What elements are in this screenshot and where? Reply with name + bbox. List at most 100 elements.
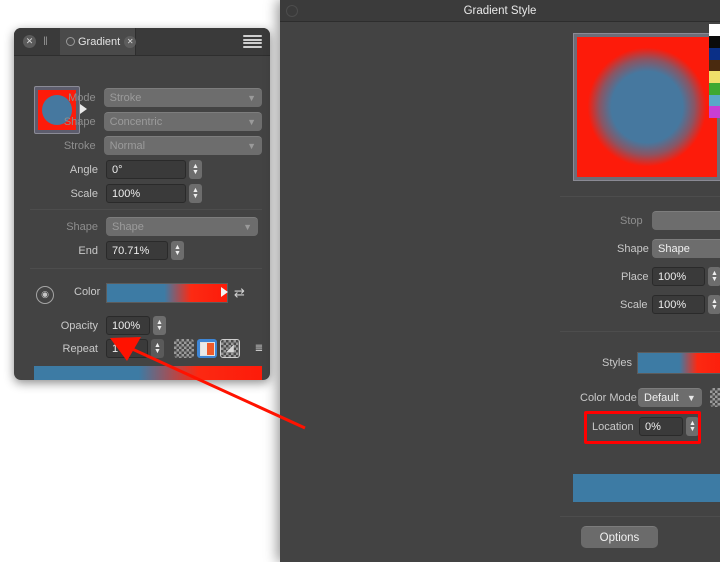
stop-label: Stop bbox=[620, 215, 643, 227]
place-label: Place bbox=[621, 271, 649, 283]
field-repeat-label: Repeat bbox=[62, 342, 98, 355]
scale2-label: Scale bbox=[620, 299, 648, 311]
field-scale: Scale 100% ▲ ▼ bbox=[34, 184, 202, 203]
chevron-down-icon: ▼ bbox=[243, 221, 252, 232]
styles-gradient-swatch[interactable] bbox=[637, 352, 720, 374]
field-shape-label: Shape bbox=[63, 115, 96, 128]
field-repeat: Repeat 1 ▲ ▼ ◢ ≣ bbox=[34, 339, 269, 358]
field-shape2-label: Shape bbox=[66, 220, 98, 233]
field-opacity-value: 100% bbox=[112, 319, 141, 332]
swap-colors-icon[interactable]: ⇄ bbox=[234, 286, 245, 299]
color-palette-strip[interactable] bbox=[709, 24, 720, 118]
gradient-settings-icon[interactable]: ≣ bbox=[249, 339, 269, 358]
shape2-value: Shape bbox=[658, 243, 690, 255]
field-repeat-stepper[interactable]: ▲ ▼ bbox=[151, 339, 164, 358]
chevron-down-icon: ▼ bbox=[247, 116, 256, 127]
field-stroke-label: Stroke bbox=[63, 139, 96, 152]
field-mode-value: Stroke bbox=[109, 92, 142, 104]
palette-swatch[interactable] bbox=[709, 71, 720, 83]
place-input[interactable]: 100% bbox=[652, 267, 705, 286]
field-opacity-stepper[interactable]: ▲ ▼ bbox=[153, 316, 166, 335]
field-end-stepper[interactable]: ▲ ▼ bbox=[171, 241, 184, 260]
field-end-value: 70.71% bbox=[112, 244, 150, 257]
dialog-close-icon[interactable] bbox=[286, 5, 298, 17]
gradient-panel: ✕ ‖ Gradient ✕ Mode Stroke ▼ Shape Conce… bbox=[14, 28, 270, 380]
field-repeat-value: 1 bbox=[112, 342, 119, 355]
tab-gradient[interactable]: Gradient ✕ bbox=[60, 28, 137, 55]
field-stroke-popup[interactable]: Normal ▼ bbox=[103, 136, 262, 155]
field-angle-stepper[interactable]: ▲ ▼ bbox=[189, 160, 202, 179]
palette-swatch[interactable] bbox=[709, 95, 720, 106]
place-value: 100% bbox=[658, 270, 687, 283]
field-angle-label: Angle bbox=[69, 163, 98, 176]
scale2-stepper[interactable]: ▲ ▼ bbox=[708, 295, 720, 314]
color-mode-popup[interactable]: Default ▼ bbox=[638, 388, 702, 407]
transparency-checker-icon[interactable] bbox=[174, 339, 194, 358]
divider bbox=[560, 196, 720, 197]
field-shape: Shape Concentric ▼ bbox=[34, 112, 262, 131]
shape2-popup[interactable]: Shape ▼ bbox=[652, 239, 720, 258]
location-input[interactable]: 0% bbox=[639, 417, 683, 436]
dialog-gradient-stop-bar[interactable] bbox=[573, 474, 720, 502]
field-scale-stepper[interactable]: ▲ ▼ bbox=[189, 184, 202, 203]
tab-gradient-label: Gradient bbox=[78, 35, 121, 48]
gradient-preview-fill bbox=[577, 37, 717, 177]
gradient-mask-icon[interactable]: ◢ bbox=[220, 339, 240, 358]
dialog-title: Gradient Style bbox=[463, 4, 537, 17]
field-shape-popup[interactable]: Concentric ▼ bbox=[103, 112, 262, 131]
color-mode-label: Color Mode bbox=[580, 392, 637, 404]
place-field: 100% ▲ ▼ bbox=[652, 267, 720, 286]
tab-icon bbox=[66, 37, 75, 46]
panel-close-icon[interactable]: ✕ bbox=[23, 35, 36, 48]
field-end-input[interactable]: 70.71% bbox=[106, 241, 168, 260]
color-gradient-swatch[interactable] bbox=[106, 283, 228, 303]
tab-close-icon[interactable]: ✕ bbox=[124, 35, 137, 48]
location-stepper[interactable]: ▲ ▼ bbox=[686, 417, 699, 436]
stop-popup[interactable]: ▼ bbox=[652, 211, 720, 230]
place-stepper[interactable]: ▲ ▼ bbox=[708, 267, 720, 286]
field-end: End 70.71% ▲ ▼ bbox=[34, 241, 184, 260]
field-shape2-popup[interactable]: Shape ▼ bbox=[106, 217, 258, 236]
field-scale-value: 100% bbox=[112, 187, 141, 200]
options-button[interactable]: Options bbox=[581, 526, 658, 548]
divider bbox=[30, 209, 262, 210]
panel-menu-icon[interactable] bbox=[243, 34, 262, 49]
field-angle-input[interactable]: 0° bbox=[106, 160, 186, 179]
field-repeat-input[interactable]: 1 bbox=[106, 339, 148, 358]
styles-label: Styles bbox=[602, 357, 632, 369]
gradient-stop-bar[interactable] bbox=[34, 366, 262, 380]
field-mode: Mode Stroke ▼ bbox=[34, 88, 262, 107]
scale2-field: 100% ▲ ▼ bbox=[652, 295, 720, 314]
panel-drag-handle[interactable]: ‖ bbox=[43, 35, 52, 48]
field-stroke-value: Normal bbox=[109, 140, 146, 152]
divider bbox=[560, 331, 720, 332]
options-button-label: Options bbox=[599, 531, 640, 544]
scale2-value: 100% bbox=[658, 298, 687, 311]
field-angle: Angle 0° ▲ ▼ bbox=[34, 160, 202, 179]
transparency-checker-icon[interactable] bbox=[710, 388, 720, 407]
field-mode-popup[interactable]: Stroke ▼ bbox=[103, 88, 262, 107]
chevron-down-icon: ▼ bbox=[247, 140, 256, 151]
palette-swatch[interactable] bbox=[709, 60, 720, 71]
palette-swatch[interactable] bbox=[709, 106, 720, 118]
field-shape2: Shape Shape ▼ bbox=[34, 217, 262, 236]
palette-swatch[interactable] bbox=[709, 36, 720, 48]
field-scale-input[interactable]: 100% bbox=[106, 184, 186, 203]
field-opacity: Opacity 100% ▲ ▼ bbox=[34, 316, 166, 335]
gradient-fill-icon[interactable] bbox=[197, 339, 217, 358]
palette-swatch[interactable] bbox=[709, 24, 720, 36]
scale2-input[interactable]: 100% bbox=[652, 295, 705, 314]
field-opacity-input[interactable]: 100% bbox=[106, 316, 150, 335]
eyedropper-icon[interactable]: ◉ bbox=[36, 286, 54, 304]
gradient-preview[interactable] bbox=[573, 33, 720, 181]
shape2-label: Shape bbox=[617, 243, 649, 255]
palette-swatch[interactable] bbox=[709, 48, 720, 60]
gradient-style-dialog: Gradient Style Shape Shape Concentric ▼ … bbox=[280, 0, 720, 562]
field-scale-label: Scale bbox=[70, 187, 98, 200]
color-expand-arrow-icon[interactable] bbox=[221, 287, 228, 297]
dialog-titlebar: Gradient Style bbox=[280, 0, 720, 22]
palette-swatch[interactable] bbox=[709, 83, 720, 95]
color-mode-value: Default bbox=[644, 392, 679, 404]
field-angle-value: 0° bbox=[112, 163, 123, 176]
location-field: 0% ▲ ▼ bbox=[639, 417, 699, 436]
